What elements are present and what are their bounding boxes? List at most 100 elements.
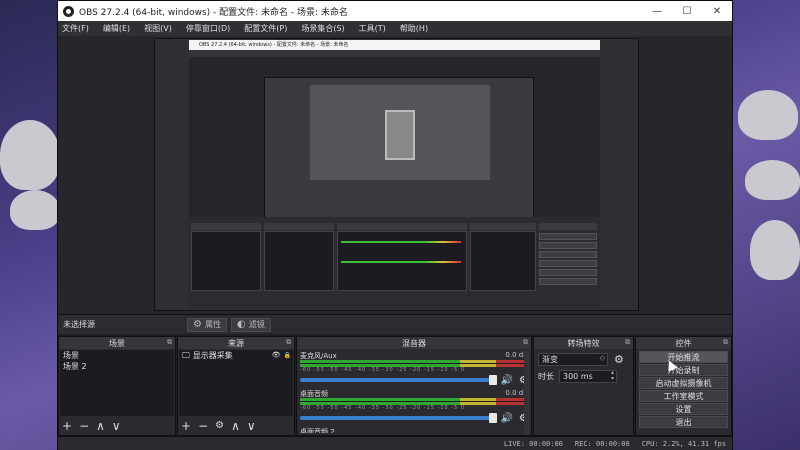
start-recording-button[interactable]: 开始录制	[639, 364, 728, 376]
gear-icon: ⚙	[193, 319, 202, 330]
properties-label: 属性	[204, 320, 221, 329]
popout-icon[interactable]: ⧉	[167, 338, 172, 347]
obs-window: OBS 27.2.4 (64-bit, windows) - 配置文件: 未命名…	[57, 0, 733, 450]
mixer-scrollbar[interactable]	[524, 351, 530, 435]
source-item[interactable]: 🖵 显示器采集 👁 🔒	[179, 350, 293, 361]
nested-dock-header	[337, 223, 467, 230]
duration-input[interactable]: 300 ms ▴ ▾	[559, 370, 617, 383]
sources-dock: 来源 ⧉ 🖵 显示器采集 👁 🔒 + − ⚙ ∧ ∨	[177, 336, 295, 436]
nested-meter	[341, 261, 461, 263]
speaker-icon[interactable]: 🔊	[501, 413, 513, 424]
maximize-button[interactable]: ☐	[672, 1, 702, 21]
status-bar: LIVE: 00:00:00 REC: 00:00:00 CPU: 2.2%, …	[58, 436, 732, 450]
add-scene-icon[interactable]: +	[62, 420, 72, 432]
transition-select[interactable]: 渐变 ◇	[538, 353, 608, 366]
slider-knob[interactable]	[488, 413, 497, 423]
meter-green	[300, 398, 460, 401]
add-source-icon[interactable]: +	[181, 420, 191, 432]
preview-area[interactable]: OBS 27.2.4 (64-bit, windows) - 配置文件: 未命名…	[58, 36, 732, 314]
monitor-icon: 🖵	[182, 351, 190, 360]
menu-view[interactable]: 视图(V)	[144, 23, 172, 34]
nested-control-button	[539, 233, 597, 240]
background-rock	[10, 190, 60, 230]
start-virtual-camera-button[interactable]: 启动虚拟摄像机	[639, 377, 728, 389]
menu-profile[interactable]: 配置文件(P)	[244, 23, 287, 34]
controls-dock-header: 控件 ⧉	[636, 337, 731, 349]
background-rock	[738, 90, 798, 140]
duration-value: 300 ms	[563, 372, 593, 381]
menu-edit[interactable]: 编辑(E)	[103, 23, 130, 34]
remove-source-icon[interactable]: −	[198, 420, 208, 432]
transition-gear-icon[interactable]: ⚙	[614, 353, 624, 366]
background-rock	[0, 120, 60, 190]
sources-dock-header: 来源 ⧉	[178, 337, 294, 349]
exit-button[interactable]: 退出	[639, 416, 728, 428]
nested-transitions-dock	[470, 231, 536, 291]
filter-icon: ◐	[236, 319, 246, 330]
scene-item[interactable]: 场景	[60, 350, 174, 361]
rec-timer: REC: 00:00:00	[574, 439, 630, 448]
source-properties-gear-icon[interactable]: ⚙	[215, 420, 224, 432]
menu-docks[interactable]: 停靠窗口(D)	[186, 23, 230, 34]
eye-icon[interactable]: 👁	[272, 350, 281, 361]
nested-control-button	[539, 251, 597, 258]
chevron-down-icon: ◇	[599, 354, 605, 362]
transitions-dock-header: 转场特效 ⧉	[534, 337, 633, 349]
volume-meter	[300, 398, 528, 405]
obs-app-icon	[63, 5, 74, 17]
filters-button[interactable]: ◐ 滤镜	[230, 317, 271, 332]
lock-icon[interactable]: 🔒	[284, 350, 291, 361]
meter-green	[300, 402, 460, 405]
title-bar: OBS 27.2.4 (64-bit, windows) - 配置文件: 未命名…	[58, 1, 732, 21]
menu-file[interactable]: 文件(F)	[62, 23, 89, 34]
controls-dock: 控件 ⧉ 开始推流 开始录制 启动虚拟摄像机 工作室模式 设置 退出	[635, 336, 732, 436]
sources-list: 🖵 显示器采集 👁 🔒	[179, 350, 293, 416]
scenes-dock: 场景 ⧉ 场景 场景 2 + − ∧ ∨	[58, 336, 176, 436]
mixer-channels: 麦克风/Aux 0.0 dB -60 -55 -50 -45 -40 -35 -…	[297, 349, 531, 435]
nested-preview	[264, 77, 534, 222]
nested-sources-dock	[264, 231, 334, 291]
scene-item[interactable]: 场景 2	[60, 361, 174, 372]
studio-mode-button[interactable]: 工作室模式	[639, 390, 728, 402]
volume-meter	[300, 360, 528, 367]
move-up-icon[interactable]: ∧	[231, 420, 240, 432]
remove-scene-icon[interactable]: −	[79, 420, 89, 432]
start-streaming-button[interactable]: 开始推流	[639, 351, 728, 363]
move-up-icon[interactable]: ∧	[96, 420, 105, 432]
nested-scenes-dock	[191, 231, 261, 291]
slider-knob[interactable]	[488, 375, 497, 385]
preview-canvas[interactable]: OBS 27.2.4 (64-bit, windows) - 配置文件: 未命名…	[154, 38, 639, 311]
nested-preview-inner	[310, 85, 490, 180]
controls-dock-title: 控件	[675, 338, 692, 348]
nested-dock-header	[539, 223, 597, 230]
properties-button[interactable]: ⚙ 属性	[187, 317, 227, 332]
volume-control-row: 🔊 ⚙	[300, 412, 528, 424]
transitions-dock-title: 转场特效	[567, 338, 600, 348]
menu-help[interactable]: 帮助(H)	[400, 23, 428, 34]
menu-tools[interactable]: 工具(T)	[359, 23, 386, 34]
source-name: 显示器采集	[192, 351, 233, 360]
popout-icon[interactable]: ⧉	[723, 338, 728, 347]
menu-scene-collection[interactable]: 场景集合(S)	[301, 23, 344, 34]
close-button[interactable]: ✕	[702, 1, 732, 21]
meter-yellow	[459, 364, 497, 367]
volume-slider[interactable]	[300, 375, 497, 385]
spinner-icon[interactable]: ▴ ▾	[611, 370, 614, 382]
mixer-dock-title: 混音器	[402, 338, 426, 348]
popout-icon[interactable]: ⧉	[286, 338, 291, 347]
background-rock	[745, 160, 800, 200]
settings-button[interactable]: 设置	[639, 403, 728, 415]
move-down-icon[interactable]: ∨	[112, 420, 121, 432]
sources-dock-title: 来源	[228, 338, 244, 348]
nested-meter	[341, 241, 461, 243]
popout-icon[interactable]: ⧉	[625, 338, 630, 347]
popout-icon[interactable]: ⧉	[523, 338, 528, 347]
minimize-button[interactable]: —	[642, 1, 672, 21]
meter-ticks: -60 -55 -50 -45 -40 -35 -30 -25 -20 -15 …	[300, 367, 466, 373]
move-down-icon[interactable]: ∨	[247, 420, 256, 432]
volume-slider[interactable]	[300, 413, 497, 423]
transitions-dock: 转场特效 ⧉ 渐变 ◇ ⚙ 时长 300 ms ▴ ▾	[533, 336, 634, 436]
window-controls: — ☐ ✕	[642, 1, 732, 21]
source-toolbar: 未选择源 ⚙ 属性 ◐ 滤镜	[58, 314, 732, 334]
speaker-icon[interactable]: 🔊	[501, 375, 513, 386]
